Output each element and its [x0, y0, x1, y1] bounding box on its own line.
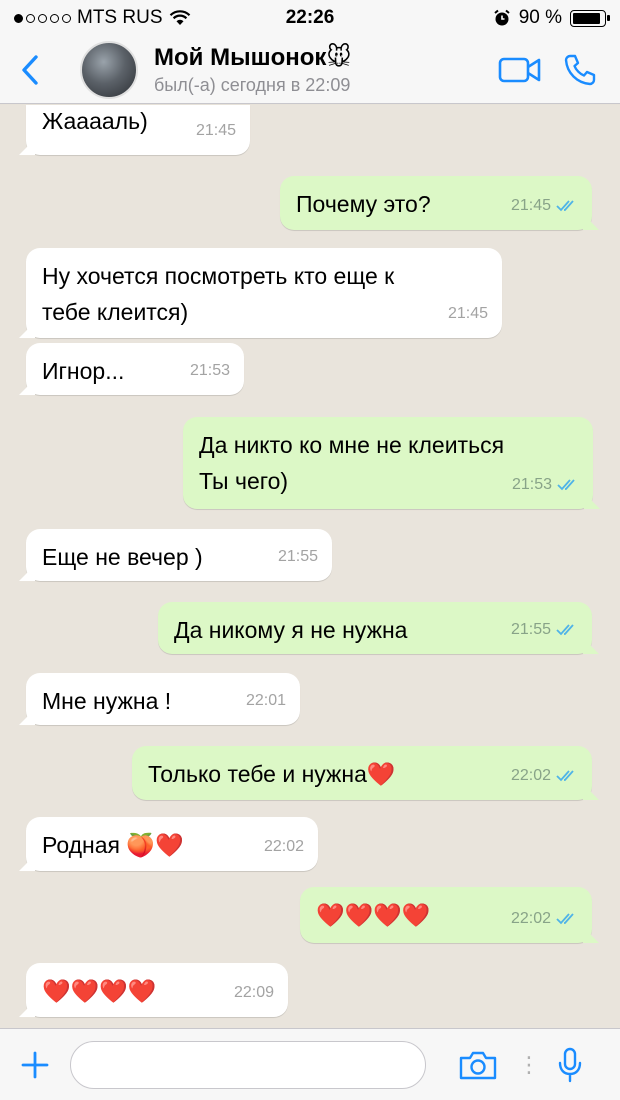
contact-name: Мой Мышонок🐭	[154, 44, 352, 71]
message-time: 21:45	[195, 122, 236, 139]
message-bubble-outgoing[interactable]: Только тебе и нужна❤️ 22:02	[132, 746, 592, 800]
back-chevron-icon	[22, 54, 38, 85]
chat-header: Мой Мышонок🐭 был(-а) сегодня в 22:09	[0, 36, 620, 104]
message-time: 21:45	[447, 305, 488, 322]
message-time: 22:01	[245, 692, 286, 709]
message-time: 22:02	[510, 767, 551, 784]
battery-icon	[570, 9, 610, 27]
microphone-icon	[558, 1047, 582, 1082]
message-list[interactable]: Жааааль) 21:45 Почему это? 21:45 Ну хоче…	[0, 105, 620, 1028]
last-seen-status: был(-а) сегодня в 22:09	[154, 75, 351, 95]
camera-icon	[459, 1051, 497, 1079]
attach-button[interactable]	[0, 1050, 70, 1080]
message-time: 22:02	[510, 910, 551, 927]
message-bubble-outgoing[interactable]: Почему это? 21:45	[280, 176, 592, 230]
message-bubble-incoming[interactable]: Еще не вечер ) 21:55	[26, 529, 332, 581]
back-button[interactable]	[0, 36, 60, 104]
phone-icon	[564, 54, 596, 85]
status-bar: MTS RUS 22:26 90 %	[0, 0, 620, 36]
contact-info[interactable]: Мой Мышонок🐭 был(-а) сегодня в 22:09	[154, 43, 490, 96]
message-time: 21:53	[189, 362, 230, 379]
message-time: 21:45	[510, 197, 551, 214]
voice-call-button[interactable]	[550, 36, 610, 104]
message-input-bar: ⋮	[0, 1028, 620, 1100]
double-check-icon	[556, 200, 574, 212]
contact-avatar[interactable]	[80, 40, 138, 99]
double-check-icon	[556, 770, 574, 782]
message-bubble-outgoing[interactable]: Да никому я не нужна 21:55	[158, 602, 592, 654]
double-check-icon	[556, 913, 574, 925]
battery-level-fill	[573, 12, 600, 24]
double-check-icon	[557, 479, 575, 491]
double-check-icon	[556, 624, 574, 636]
message-bubble-incoming[interactable]: Родная 🍑❤️ 22:02	[26, 817, 318, 871]
wifi-icon	[169, 10, 190, 25]
message-bubble-incoming[interactable]: ❤️❤️❤️❤️ 22:09	[26, 963, 288, 1017]
battery-percent: 90 %	[518, 7, 562, 28]
message-bubble-incoming[interactable]: Мне нужна ! 22:01	[26, 673, 300, 725]
carrier-name: MTS RUS	[77, 7, 163, 28]
message-bubble-incoming[interactable]: Жааааль) 21:45	[26, 105, 250, 155]
camera-button[interactable]	[438, 1049, 518, 1081]
message-bubble-incoming[interactable]: Игнор... 21:53	[26, 343, 244, 395]
message-time: 21:53	[511, 476, 552, 493]
divider-dots: ⋮	[518, 1051, 540, 1077]
alarm-icon	[494, 9, 510, 26]
plus-icon	[21, 1051, 49, 1078]
carrier-group: MTS RUS	[14, 7, 493, 29]
signal-strength-icon	[14, 13, 71, 23]
voice-message-button[interactable]	[540, 1047, 600, 1083]
message-text: Еще не вечер )	[42, 544, 203, 570]
message-time: 22:02	[263, 838, 304, 855]
message-bubble-incoming[interactable]: Ну хочется посмотреть кто еще к тебе кле…	[26, 248, 502, 338]
video-call-button[interactable]	[490, 36, 550, 104]
battery-group: 90 %	[493, 7, 610, 29]
message-bubble-outgoing[interactable]: ❤️❤️❤️❤️ 22:02	[300, 887, 592, 943]
video-call-icon	[498, 57, 541, 82]
message-time: 21:55	[277, 548, 318, 565]
message-input[interactable]	[70, 1040, 426, 1089]
message-bubble-outgoing[interactable]: Да никто ко мне не клеиться Ты чего) 21:…	[183, 417, 593, 509]
message-time: 21:55	[510, 621, 551, 638]
message-text: Ну хочется посмотреть кто еще к тебе кле…	[42, 263, 395, 325]
message-time: 22:09	[233, 984, 274, 1001]
